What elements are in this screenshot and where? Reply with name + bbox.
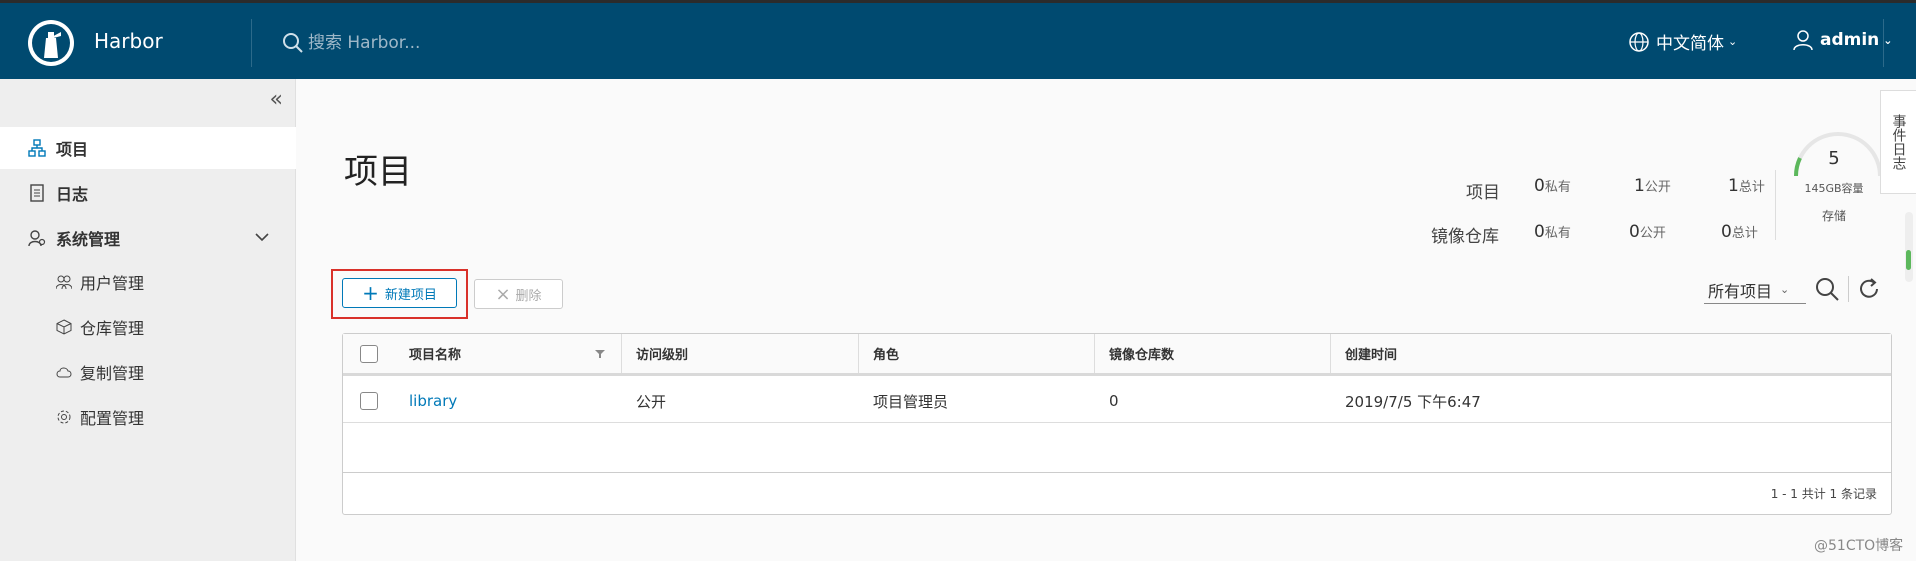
sidebar-item-label: 仓库管理 bbox=[80, 319, 145, 338]
table-row: library 公开 项目管理员 0 2019/7/5 下午6:47 bbox=[343, 379, 1891, 423]
sidebar-item-configuration[interactable]: 配置管理 bbox=[0, 397, 296, 437]
scrollbar[interactable] bbox=[1905, 212, 1913, 282]
stats-divider bbox=[1775, 170, 1776, 240]
sidebar-item-users[interactable]: 用户管理 bbox=[0, 262, 296, 302]
global-search-input[interactable] bbox=[306, 28, 626, 58]
top-header: Harbor 中文简体 ⌄ admin ⌄ bbox=[0, 0, 1916, 79]
table-footer: 1 - 1 共计 1 条记录 bbox=[343, 472, 1891, 514]
sidebar-item-logs[interactable]: 日志 bbox=[0, 172, 296, 214]
chevron-down-icon: ⌄ bbox=[1883, 33, 1893, 47]
new-project-label: 新建项目 bbox=[384, 287, 437, 303]
chevron-down-icon: ⌄ bbox=[1728, 35, 1738, 48]
created-time-cell: 2019/7/5 下午6:47 bbox=[1345, 392, 1481, 411]
logs-icon bbox=[30, 184, 44, 202]
language-label: 中文简体 bbox=[1656, 34, 1724, 54]
username-label: admin bbox=[1820, 30, 1880, 50]
project-name-link[interactable]: library bbox=[395, 379, 622, 423]
repo-count-cell: 0 bbox=[1109, 392, 1119, 410]
access-level-cell: 公开 bbox=[636, 392, 667, 411]
admin-icon bbox=[28, 230, 46, 247]
row-select-cell bbox=[343, 379, 395, 423]
storage-capacity: 145GB容量 bbox=[1804, 182, 1864, 195]
filter-value: 所有项目 bbox=[1708, 281, 1773, 301]
sidebar: « 项目 日志 系统管理 用户管理 仓库管理 复制管理 配置管理 bbox=[0, 79, 296, 561]
new-project-button[interactable]: + 新建项目 bbox=[342, 278, 457, 308]
pagination-summary: 1 - 1 共计 1 条记录 bbox=[1770, 487, 1877, 501]
stats-projects-label: 项目 bbox=[1466, 183, 1500, 203]
projects-icon bbox=[28, 139, 46, 157]
search-icon bbox=[283, 33, 303, 53]
column-header[interactable]: 项目名称 bbox=[395, 334, 622, 373]
user-icon bbox=[1793, 30, 1813, 51]
project-filter-select[interactable]: 所有项目 ⌄ bbox=[1704, 276, 1806, 304]
filter-icon[interactable] bbox=[595, 350, 605, 358]
language-selector[interactable]: 中文简体 ⌄ bbox=[1628, 29, 1737, 54]
column-header[interactable]: 访问级别 bbox=[622, 334, 859, 373]
storage-label: 存储 bbox=[1821, 209, 1846, 223]
stat-projects-total: 1总计 bbox=[1728, 176, 1765, 196]
row-checkbox[interactable] bbox=[360, 392, 378, 410]
sidebar-item-label: 日志 bbox=[56, 185, 89, 204]
sidebar-item-system-admin[interactable]: 系统管理 bbox=[0, 217, 296, 259]
storage-value: 5 bbox=[1828, 148, 1840, 169]
sidebar-item-label: 系统管理 bbox=[56, 230, 121, 249]
brand-name[interactable]: Harbor bbox=[94, 29, 163, 53]
sidebar-item-label: 复制管理 bbox=[80, 364, 145, 383]
users-icon bbox=[56, 275, 72, 290]
watermark: @51CTO博客 bbox=[1814, 538, 1904, 554]
sidebar-item-label: 项目 bbox=[56, 140, 89, 159]
page-title: 项目 bbox=[344, 152, 412, 192]
table-header: 项目名称 访问级别 角色 镜像仓库数 创建时间 bbox=[343, 334, 1891, 376]
sidebar-item-projects[interactable]: 项目 bbox=[0, 127, 296, 169]
search-icon[interactable] bbox=[1814, 276, 1840, 302]
sidebar-item-label: 配置管理 bbox=[80, 409, 145, 428]
refresh-icon[interactable] bbox=[1856, 276, 1882, 302]
column-header[interactable]: 角色 bbox=[859, 334, 1095, 373]
delete-label: 删除 bbox=[515, 288, 542, 304]
stat-repos-private: 0私有 bbox=[1534, 222, 1571, 242]
plus-icon: + bbox=[362, 281, 379, 305]
toolbar-divider bbox=[1848, 276, 1849, 302]
sidebar-item-replication[interactable]: 复制管理 bbox=[0, 352, 296, 392]
header-divider bbox=[251, 19, 252, 67]
stats-repos-label: 镜像仓库 bbox=[1431, 227, 1499, 247]
sidebar-item-label: 用户管理 bbox=[80, 274, 145, 293]
gear-icon bbox=[57, 410, 71, 424]
stat-projects-public: 1公开 bbox=[1634, 176, 1671, 196]
scrollbar-thumb[interactable] bbox=[1906, 250, 1911, 270]
select-all-cell bbox=[343, 334, 395, 373]
stat-repos-total: 0总计 bbox=[1721, 222, 1758, 242]
chevron-down-icon: ⌄ bbox=[1780, 283, 1790, 296]
stat-repos-public: 0公开 bbox=[1629, 222, 1666, 242]
event-log-tab[interactable]: 事件日志 bbox=[1880, 90, 1916, 194]
delete-button[interactable]: × 删除 bbox=[474, 279, 563, 309]
sidebar-item-registries[interactable]: 仓库管理 bbox=[0, 307, 296, 347]
replication-icon bbox=[56, 367, 72, 378]
select-all-checkbox[interactable] bbox=[360, 344, 378, 363]
projects-table: 项目名称 访问级别 角色 镜像仓库数 创建时间 library 公开 项目管理员… bbox=[342, 333, 1892, 515]
role-cell: 项目管理员 bbox=[873, 392, 949, 411]
column-header[interactable]: 镜像仓库数 bbox=[1095, 334, 1331, 373]
registry-icon bbox=[56, 319, 72, 335]
globe-icon bbox=[1629, 31, 1649, 52]
chevron-down-icon[interactable] bbox=[254, 229, 270, 245]
collapse-sidebar-icon[interactable]: « bbox=[270, 87, 283, 112]
column-header[interactable]: 创建时间 bbox=[1331, 334, 1891, 373]
stat-projects-private: 0私有 bbox=[1534, 176, 1571, 196]
header-divider bbox=[1883, 19, 1884, 67]
user-menu[interactable]: admin ⌄ bbox=[1792, 29, 1893, 51]
harbor-logo-icon[interactable] bbox=[26, 18, 76, 68]
close-icon: × bbox=[495, 283, 511, 305]
